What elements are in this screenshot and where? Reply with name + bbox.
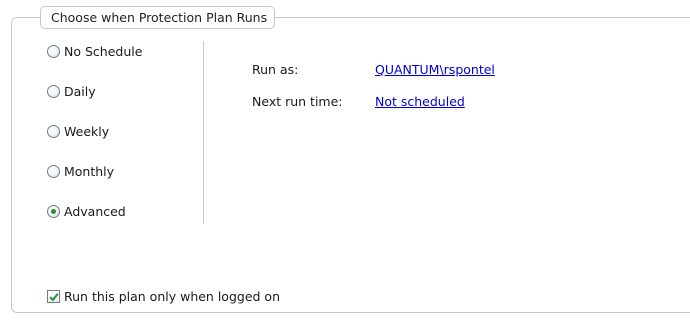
- groupbox-title: Choose when Protection Plan Runs: [40, 6, 276, 29]
- run-as-label: Run as:: [252, 62, 299, 77]
- radio-label-advanced: Advanced: [64, 203, 126, 219]
- next-run-time-link[interactable]: Not scheduled: [375, 94, 465, 109]
- radio-option-advanced[interactable]: Advanced: [47, 203, 126, 219]
- radio-label-weekly: Weekly: [64, 123, 110, 139]
- radio-option-no-schedule[interactable]: No Schedule: [47, 43, 142, 59]
- radio-button-selected-icon[interactable]: [47, 204, 60, 218]
- radio-option-daily[interactable]: Daily: [47, 83, 96, 99]
- radio-label-monthly: Monthly: [64, 163, 115, 179]
- checkbox-checked-icon[interactable]: [47, 289, 60, 303]
- radio-button-icon[interactable]: [47, 84, 60, 98]
- radio-button-icon[interactable]: [47, 44, 60, 58]
- logged-on-option[interactable]: Run this plan only when logged on: [47, 288, 280, 304]
- run-as-link[interactable]: QUANTUM\rspontel: [375, 62, 495, 77]
- radio-button-icon[interactable]: [47, 124, 60, 138]
- radio-option-monthly[interactable]: Monthly: [47, 163, 114, 179]
- vertical-divider: [203, 41, 204, 224]
- next-run-time-label: Next run time:: [252, 94, 343, 109]
- logged-on-checkbox-label: Run this plan only when logged on: [64, 288, 280, 304]
- radio-button-icon[interactable]: [47, 164, 60, 178]
- radio-label-daily: Daily: [64, 83, 96, 99]
- radio-option-weekly[interactable]: Weekly: [47, 123, 109, 139]
- radio-label-no-schedule: No Schedule: [64, 43, 143, 59]
